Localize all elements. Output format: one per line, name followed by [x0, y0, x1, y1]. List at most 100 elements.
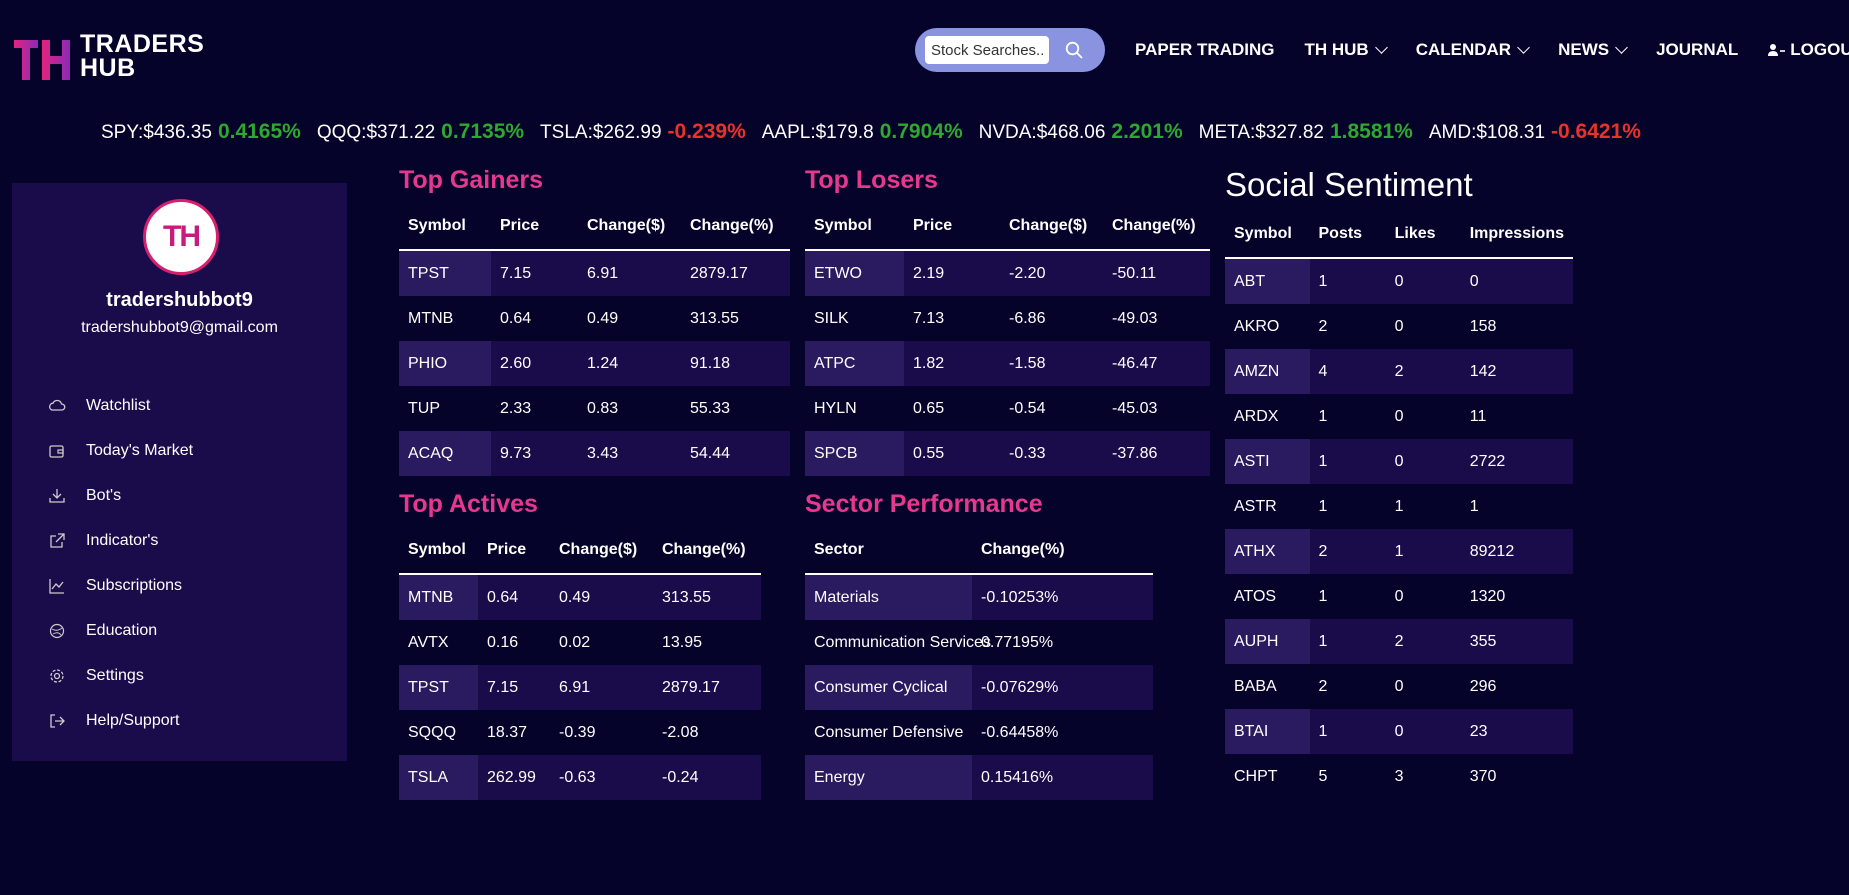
column-header[interactable]: Symbol [1225, 211, 1310, 259]
social-sentiment-table: Symbol Posts Likes Impressions ABT 1 0 0 AK… [1225, 211, 1573, 799]
table-row[interactable]: BABA 2 0 296 [1225, 664, 1573, 709]
column-header[interactable]: Change($) [550, 527, 653, 575]
logout-button[interactable]: LOGOUT [1768, 40, 1849, 60]
table-row[interactable]: ARDX 1 0 11 [1225, 394, 1573, 439]
nav-calendar[interactable]: CALENDAR [1416, 40, 1530, 60]
ticker-item[interactable]: NVDA:$468.06 2.201% [979, 120, 1183, 144]
search-input[interactable] [925, 36, 1049, 64]
column-header[interactable]: Change(%) [681, 203, 790, 251]
sidebar-item-settings[interactable]: Settings [48, 653, 193, 698]
column-header[interactable]: Change($) [1000, 203, 1103, 251]
table-row[interactable]: Consumer Cyclical -0.07629% [805, 665, 1153, 710]
table-row[interactable]: HYLN 0.65 -0.54 -45.03 [805, 386, 1210, 431]
change-pct-cell: 313.55 [653, 574, 761, 620]
column-header[interactable]: Likes [1385, 211, 1461, 259]
column-header[interactable]: Price [491, 203, 578, 251]
ticker-item[interactable]: TSLA:$262.99 -0.239% [540, 120, 746, 144]
symbol-cell: AMZN [1225, 349, 1310, 394]
table-row[interactable]: ASTR 1 1 1 [1225, 484, 1573, 529]
sidebar-item-help-support[interactable]: Help/Support [48, 698, 193, 743]
username: tradershubbot9 [106, 289, 253, 311]
column-header[interactable]: Price [478, 527, 550, 575]
column-header[interactable]: Change($) [578, 203, 681, 251]
column-header[interactable]: Change(%) [1103, 203, 1210, 251]
table-row[interactable]: MTNB 0.64 0.49 313.55 [399, 574, 761, 620]
column-header[interactable]: Change(%) [972, 527, 1153, 575]
sidebar-item-todays-market[interactable]: Today's Market [48, 428, 193, 473]
change-cell: 0.49 [587, 309, 619, 327]
table-row[interactable]: PHIO 2.60 1.24 91.18 [399, 341, 790, 386]
table-row[interactable]: AVTX 0.16 0.02 13.95 [399, 620, 761, 665]
table-row[interactable]: Communication Services 0.77195% [805, 620, 1153, 665]
table-row[interactable]: TPST 7.15 6.91 2879.17 [399, 665, 761, 710]
column-header[interactable]: Impressions [1460, 211, 1573, 259]
search-bar [915, 28, 1105, 72]
table-row[interactable]: AMZN 4 2 142 [1225, 349, 1573, 394]
ticker-item[interactable]: META:$327.82 1.8581% [1199, 120, 1413, 144]
table-row[interactable]: ABT 1 0 0 [1225, 258, 1573, 304]
column-header[interactable]: Sector [805, 527, 972, 575]
table-row[interactable]: AKRO 2 0 158 [1225, 304, 1573, 349]
impressions-cell: 1 [1469, 497, 1479, 515]
table-row[interactable]: ETWO 2.19 -2.20 -50.11 [805, 250, 1210, 296]
nav-paper-trading[interactable]: PAPER TRADING [1135, 40, 1274, 60]
sidebar-item-subscriptions[interactable]: Subscriptions [48, 563, 193, 608]
table-row[interactable]: SILK 7.13 -6.86 -49.03 [805, 296, 1210, 341]
table-row[interactable]: ATHX 2 1 89212 [1225, 529, 1573, 574]
avatar[interactable]: TH [143, 199, 219, 275]
table-row[interactable]: CHPT 5 3 370 [1225, 754, 1573, 799]
table-row[interactable]: Consumer Defensive -0.64458% [805, 710, 1153, 755]
ticker-item[interactable]: QQQ:$371.22 0.7135% [317, 120, 524, 144]
impressions-cell: 0 [1460, 258, 1573, 304]
nav-th-hub[interactable]: TH HUB [1304, 40, 1388, 60]
table-row[interactable]: SQQQ 18.37 -0.39 -2.08 [399, 710, 761, 755]
symbol-cell: ABT [1225, 258, 1310, 304]
symbol-cell: ASTI [1225, 439, 1310, 484]
likes-cell: 2 [1385, 349, 1461, 394]
table-row[interactable]: SPCB 0.55 -0.33 -37.86 [805, 431, 1210, 476]
price-cell: 0.55 [904, 431, 1000, 476]
nav-journal[interactable]: JOURNAL [1656, 40, 1738, 60]
market-ticker: SPY:$436.35 0.4165% QQQ:$371.22 0.7135% TS… [101, 120, 1657, 144]
change-pct-cell: 13.95 [662, 633, 703, 651]
table-row[interactable]: ASTI 1 0 2722 [1225, 439, 1573, 484]
symbol-cell: AUPH [1225, 619, 1310, 664]
ticker-item[interactable]: AAPL:$179.8 0.7904% [762, 120, 963, 144]
column-header[interactable]: Posts [1309, 211, 1386, 259]
table-row[interactable]: BTAI 1 0 23 [1225, 709, 1573, 754]
table-row[interactable]: ATOS 1 0 1320 [1225, 574, 1573, 619]
line-chart-icon [49, 578, 64, 594]
user-logout-icon [1768, 44, 1786, 56]
table-row[interactable]: Materials -0.10253% [805, 574, 1153, 620]
search-button[interactable] [1057, 36, 1091, 64]
sector-performance-table: Sector Change(%) Materials -0.10253% Comm… [805, 527, 1153, 800]
sidebar-item-bots[interactable]: Bot's [48, 473, 193, 518]
sidebar-item-indicators[interactable]: Indicator's [48, 518, 193, 563]
column-header[interactable]: Change(%) [653, 527, 761, 575]
table-row[interactable]: Energy 0.15416% [805, 755, 1153, 800]
change-cell: 6.91 [550, 665, 653, 710]
ticker-item[interactable]: AMD:$108.31 -0.6421% [1429, 120, 1641, 144]
table-row[interactable]: ATPC 1.82 -1.58 -46.47 [805, 341, 1210, 386]
table-row[interactable]: TSLA 262.99 -0.63 -0.24 [399, 755, 761, 800]
symbol-cell: BABA [1234, 677, 1277, 695]
nav-news[interactable]: NEWS [1558, 40, 1628, 60]
column-header[interactable]: Price [904, 203, 1000, 251]
ticker-item[interactable]: SPY:$436.35 0.4165% [101, 120, 301, 144]
column-header[interactable]: Symbol [399, 527, 478, 575]
logo[interactable]: TRADERS HUB [12, 30, 204, 84]
sidebar-item-watchlist[interactable]: Watchlist [48, 383, 193, 428]
table-row[interactable]: TPST 7.15 6.91 2879.17 [399, 250, 790, 296]
symbol-cell: ACAQ [399, 431, 491, 476]
sidebar-item-education[interactable]: Education [48, 608, 193, 653]
table-row[interactable]: TUP 2.33 0.83 55.33 [399, 386, 790, 431]
table-row[interactable]: AUPH 1 2 355 [1225, 619, 1573, 664]
column-header[interactable]: Symbol [805, 203, 904, 251]
column-header[interactable]: Symbol [399, 203, 491, 251]
change-pct-cell: -0.07629% [972, 665, 1153, 710]
change-pct-cell: 0.77195% [981, 633, 1054, 651]
table-row[interactable]: ACAQ 9.73 3.43 54.44 [399, 431, 790, 476]
wallet-icon [49, 444, 64, 458]
posts-cell: 2 [1318, 677, 1328, 695]
table-row[interactable]: MTNB 0.64 0.49 313.55 [399, 296, 790, 341]
